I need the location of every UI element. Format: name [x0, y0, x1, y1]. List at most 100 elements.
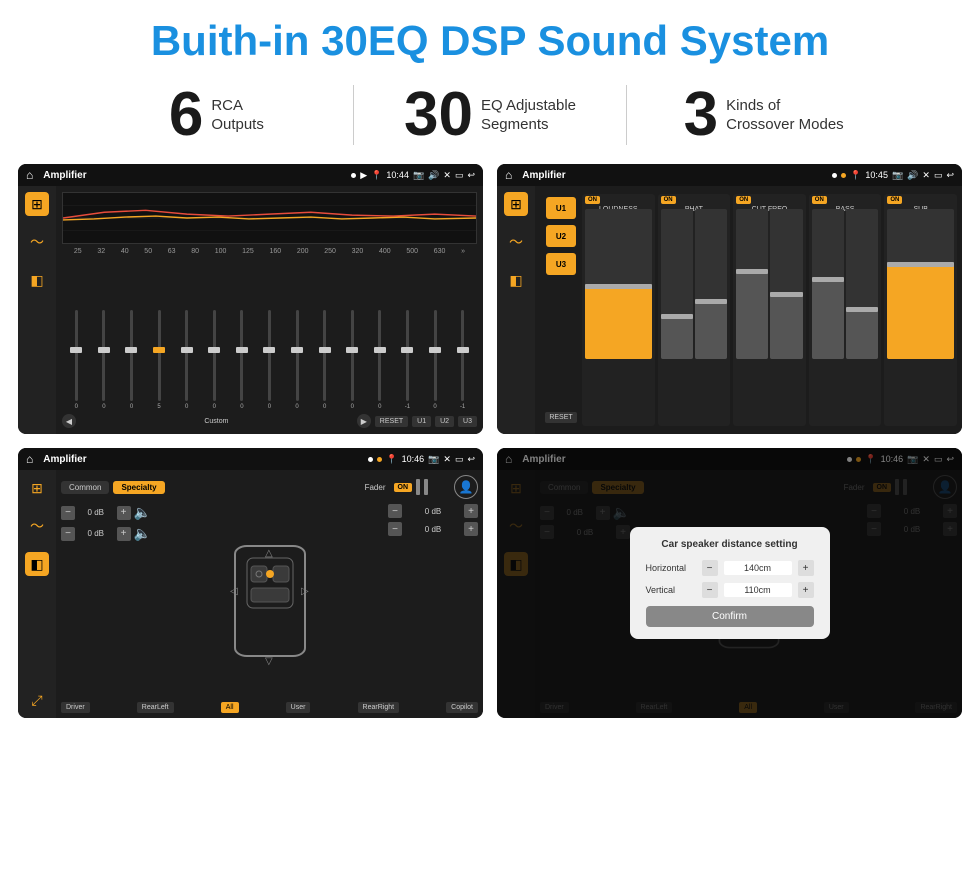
speaker-status-icons: 📍 10:46 📷 ✕ ▭ ↩ — [368, 454, 475, 465]
stat-eq: 30 EQ AdjustableSegments — [354, 84, 627, 146]
eq-app-title: Amplifier — [43, 170, 345, 181]
crossover-app-title: Amplifier — [522, 170, 826, 181]
pos-user[interactable]: User — [286, 702, 311, 713]
dialog-vertical-minus[interactable]: − — [702, 582, 718, 598]
crossover-sidebar-eq[interactable]: ⊞ — [504, 192, 528, 216]
location-icon: 📍 — [371, 170, 382, 181]
slider-5[interactable]: 0 — [202, 310, 227, 410]
tab-specialty[interactable]: Specialty — [113, 481, 164, 494]
eq-sidebar: ⊞ 〜 ◧ — [18, 186, 56, 434]
status-dot-yellow-3 — [377, 457, 382, 462]
slider-13[interactable]: 0 — [423, 310, 448, 410]
speaker-icon-fl: 🔈 — [134, 504, 151, 521]
slider-9[interactable]: 0 — [312, 310, 337, 410]
eq-u1-btn[interactable]: U1 — [412, 416, 431, 427]
filter-icon: ⊞ — [31, 196, 43, 213]
vol-fr-plus[interactable]: + — [464, 504, 478, 518]
stat-number-crossover: 3 — [684, 84, 718, 146]
u2-btn[interactable]: U2 — [546, 225, 576, 247]
waveform-icon: 〜 — [30, 232, 44, 252]
slider-6[interactable]: 0 — [230, 310, 255, 410]
dialog-vertical-plus[interactable]: + — [798, 582, 814, 598]
home-icon-2[interactable]: ⌂ — [505, 168, 512, 182]
fader-on-badge: ON — [394, 483, 413, 492]
tab-common[interactable]: Common — [61, 481, 109, 494]
eq-time: 10:44 — [386, 170, 409, 180]
slider-2[interactable]: 0 — [119, 310, 144, 410]
pos-rear-right[interactable]: RearRight — [358, 702, 400, 713]
vol-rl-plus[interactable]: + — [117, 527, 131, 541]
crossover-screen: ⌂ Amplifier 📍 10:45 📷 🔊 ✕ ▭ ↩ ⊞ 〜 — [497, 164, 962, 434]
slider-4[interactable]: 0 — [174, 310, 199, 410]
slider-1[interactable]: 0 — [92, 310, 117, 410]
dialog-box: Car speaker distance setting Horizontal … — [630, 527, 830, 639]
filter-icon-3: ⊞ — [31, 480, 43, 497]
channel-phat: ON PHAT — [658, 194, 731, 426]
speaker-sidebar-wave[interactable]: 〜 — [25, 514, 49, 538]
freq-125: 125 — [242, 248, 254, 255]
dialog-confirm-btn[interactable]: Confirm — [646, 606, 814, 627]
vol-fr: − 0 dB + — [388, 504, 478, 518]
vol-rl-minus[interactable]: − — [61, 527, 75, 541]
vol-rr-minus[interactable]: − — [388, 522, 402, 536]
status-dot-2 — [832, 173, 837, 178]
freq-labels: 25 32 40 50 63 80 100 125 160 200 250 32… — [62, 248, 477, 255]
freq-250: 250 — [324, 248, 336, 255]
vol-rr-plus[interactable]: + — [464, 522, 478, 536]
speaker-sidebar-arrows[interactable]: ⤢ — [25, 688, 49, 712]
freq-40: 40 — [121, 248, 129, 255]
slider-12[interactable]: -1 — [395, 310, 420, 410]
eq-reset-btn[interactable]: RESET — [375, 416, 408, 427]
stat-label-crossover: Kinds ofCrossover Modes — [726, 96, 844, 135]
back-icon[interactable]: ↩ — [467, 170, 475, 181]
eq-sliders: 0 0 0 5 0 — [62, 259, 477, 410]
channel-sub: ON SUB — [884, 194, 957, 426]
eq-graph — [62, 192, 477, 244]
u3-btn[interactable]: U3 — [546, 253, 576, 275]
dialog-horizontal-minus[interactable]: − — [702, 560, 718, 576]
home-icon-3[interactable]: ⌂ — [26, 452, 33, 466]
slider-7[interactable]: 0 — [257, 310, 282, 410]
sidebar-eq-icon[interactable]: ⊞ — [25, 192, 49, 216]
crossover-sidebar-sp[interactable]: ◧ — [504, 268, 528, 292]
play-icon: ▶ — [360, 170, 367, 181]
back-icon-2[interactable]: ↩ — [946, 170, 954, 181]
slider-10[interactable]: 0 — [340, 310, 365, 410]
vol-fl-minus[interactable]: − — [61, 506, 75, 520]
pos-copilot[interactable]: Copilot — [446, 702, 478, 713]
dialog-horizontal-value: 140cm — [724, 561, 792, 575]
home-icon[interactable]: ⌂ — [26, 168, 33, 182]
eq-u3-btn[interactable]: U3 — [458, 416, 477, 427]
crossover-reset-btn[interactable]: RESET — [545, 412, 576, 423]
eq-next-btn[interactable]: ▶ — [357, 414, 371, 428]
svg-text:◁: ◁ — [230, 586, 238, 597]
dialog-vertical-label: Vertical — [646, 585, 696, 595]
freq-32: 32 — [97, 248, 105, 255]
slider-0[interactable]: 0 — [64, 310, 89, 410]
pos-driver[interactable]: Driver — [61, 702, 90, 713]
vol-fr-minus[interactable]: − — [388, 504, 402, 518]
waveform-icon-2: 〜 — [509, 232, 523, 252]
pos-all[interactable]: All — [221, 702, 239, 713]
profile-icon[interactable]: 👤 — [454, 475, 478, 499]
speaker-sidebar-sp[interactable]: ◧ — [25, 552, 49, 576]
crossover-sidebar-wave[interactable]: 〜 — [504, 230, 528, 254]
slider-8[interactable]: 0 — [285, 310, 310, 410]
slider-14[interactable]: -1 — [450, 310, 475, 410]
crossover-body: ⊞ 〜 ◧ U1 U2 U3 RESET — [497, 186, 962, 434]
eq-prev-btn[interactable]: ◀ — [62, 414, 76, 428]
vol-fl-plus[interactable]: + — [117, 506, 131, 520]
eq-u2-btn[interactable]: U2 — [435, 416, 454, 427]
speaker-sidebar-eq[interactable]: ⊞ — [25, 476, 49, 500]
dialog-horizontal-label: Horizontal — [646, 563, 696, 573]
slider-3[interactable]: 5 — [147, 310, 172, 410]
sidebar-wave-icon[interactable]: 〜 — [25, 230, 49, 254]
u1-btn[interactable]: U1 — [546, 197, 576, 219]
channel-loudness: ON LOUDNESS — [582, 194, 655, 426]
left-controls: − 0 dB + 🔈 − 0 dB + 🔈 — [61, 504, 151, 698]
sidebar-speaker-icon[interactable]: ◧ — [25, 268, 49, 292]
back-icon-3[interactable]: ↩ — [467, 454, 475, 465]
slider-11[interactable]: 0 — [368, 310, 393, 410]
pos-rear-left[interactable]: RearLeft — [137, 702, 174, 713]
dialog-horizontal-plus[interactable]: + — [798, 560, 814, 576]
